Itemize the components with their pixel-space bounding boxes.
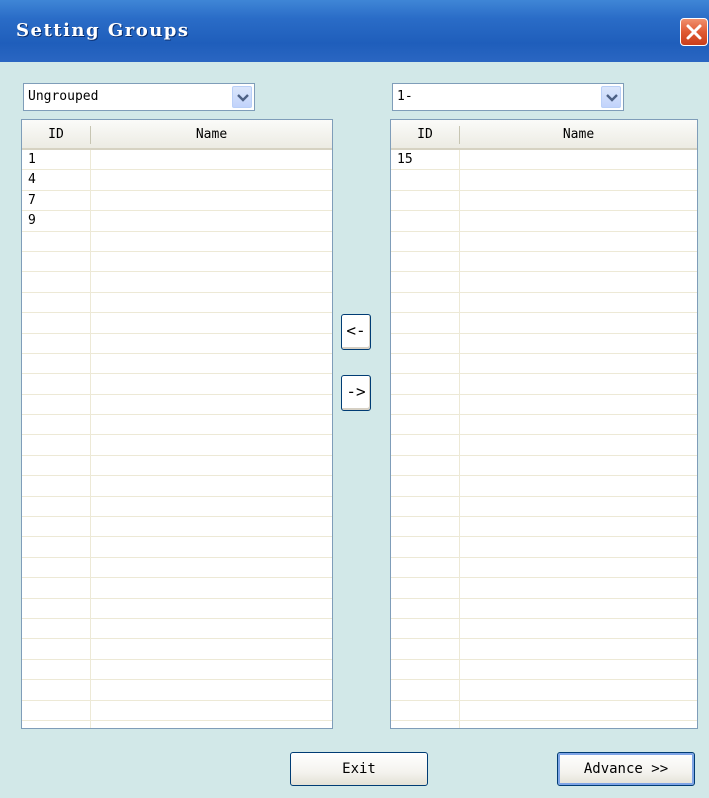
- list-item: [22, 435, 332, 456]
- chevron-down-icon: [237, 94, 249, 102]
- list-item: [22, 252, 332, 273]
- title-bar[interactable]: Setting Groups: [0, 0, 709, 62]
- list-item-id: 9: [28, 213, 36, 229]
- list-item: [22, 272, 332, 293]
- exit-button[interactable]: Exit: [290, 752, 428, 786]
- chevron-down-icon: [606, 94, 618, 102]
- left-group-select-value: Ungrouped: [28, 89, 99, 104]
- list-item: [391, 619, 697, 640]
- list-item: [22, 374, 332, 395]
- list-item: [22, 293, 332, 314]
- list-item: [391, 578, 697, 599]
- list-item: [391, 639, 697, 660]
- column-header-name[interactable]: Name: [460, 120, 697, 148]
- list-item: [391, 415, 697, 436]
- list-item: [22, 680, 332, 701]
- list-item: [22, 476, 332, 497]
- list-item: [391, 537, 697, 558]
- close-button[interactable]: [680, 18, 708, 46]
- list-item: [22, 619, 332, 640]
- list-item: [391, 191, 697, 212]
- list-item[interactable]: 9: [22, 211, 332, 232]
- list-item: [391, 701, 697, 721]
- list-item: [391, 313, 697, 334]
- group-list-rows: 15: [391, 150, 697, 728]
- list-item: [391, 517, 697, 538]
- list-item: [391, 374, 697, 395]
- setting-groups-dialog: Setting Groups Ungrouped 1- ID Name 1 4 …: [0, 0, 709, 798]
- list-item: [22, 395, 332, 416]
- list-item: [22, 599, 332, 619]
- list-item: [391, 232, 697, 252]
- list-item[interactable]: 7: [22, 191, 332, 212]
- list-item: [22, 497, 332, 518]
- list-item[interactable]: 1: [22, 150, 332, 171]
- list-item-id: 4: [28, 172, 36, 188]
- list-item: [22, 334, 332, 354]
- column-header-id[interactable]: ID: [22, 120, 90, 148]
- list-item-id: 1: [28, 152, 36, 167]
- list-item: [391, 476, 697, 497]
- list-item: [391, 334, 697, 354]
- list-item: [391, 599, 697, 619]
- list-item: [391, 456, 697, 477]
- group-list-header: ID Name: [391, 120, 697, 150]
- advance-button[interactable]: Advance >>: [557, 752, 695, 786]
- list-item: [22, 639, 332, 660]
- list-item: [22, 660, 332, 681]
- list-item: [391, 395, 697, 416]
- list-item: [391, 497, 697, 518]
- column-header-id[interactable]: ID: [391, 120, 459, 148]
- move-to-left-button[interactable]: <-: [341, 314, 371, 350]
- list-item: [391, 252, 697, 273]
- list-item: [22, 578, 332, 599]
- ungrouped-list-rows: 1 4 7 9: [22, 150, 332, 728]
- list-item[interactable]: 4: [22, 170, 332, 191]
- list-item: [22, 701, 332, 721]
- ungrouped-list-header: ID Name: [22, 120, 332, 150]
- list-item: [391, 293, 697, 314]
- list-item: [391, 660, 697, 681]
- group-list[interactable]: ID Name 15: [390, 119, 698, 729]
- left-dropdown-button[interactable]: [232, 86, 252, 108]
- right-group-select[interactable]: 1-: [392, 83, 624, 111]
- left-group-select[interactable]: Ungrouped: [23, 83, 255, 111]
- list-item: [391, 354, 697, 375]
- list-item: [391, 170, 697, 191]
- list-item: [22, 558, 332, 579]
- list-item: [391, 435, 697, 456]
- list-item: [391, 272, 697, 293]
- list-item: [391, 680, 697, 701]
- list-item: [22, 313, 332, 334]
- ungrouped-list[interactable]: ID Name 1 4 7 9: [21, 119, 333, 729]
- list-item: [22, 415, 332, 436]
- column-header-name[interactable]: Name: [91, 120, 332, 148]
- move-to-right-button[interactable]: ->: [341, 375, 371, 411]
- close-icon: [686, 24, 702, 40]
- list-item: [391, 558, 697, 579]
- right-dropdown-button[interactable]: [601, 86, 621, 108]
- right-group-select-value: 1-: [397, 89, 413, 104]
- list-item[interactable]: 15: [391, 150, 697, 171]
- list-item: [22, 232, 332, 252]
- list-item-id: 15: [397, 152, 413, 167]
- list-item-id: 7: [28, 192, 36, 208]
- list-item: [391, 211, 697, 232]
- list-item: [22, 537, 332, 558]
- list-item: [22, 456, 332, 477]
- window-title: Setting Groups: [16, 20, 190, 41]
- list-item: [22, 354, 332, 375]
- list-item: [22, 517, 332, 538]
